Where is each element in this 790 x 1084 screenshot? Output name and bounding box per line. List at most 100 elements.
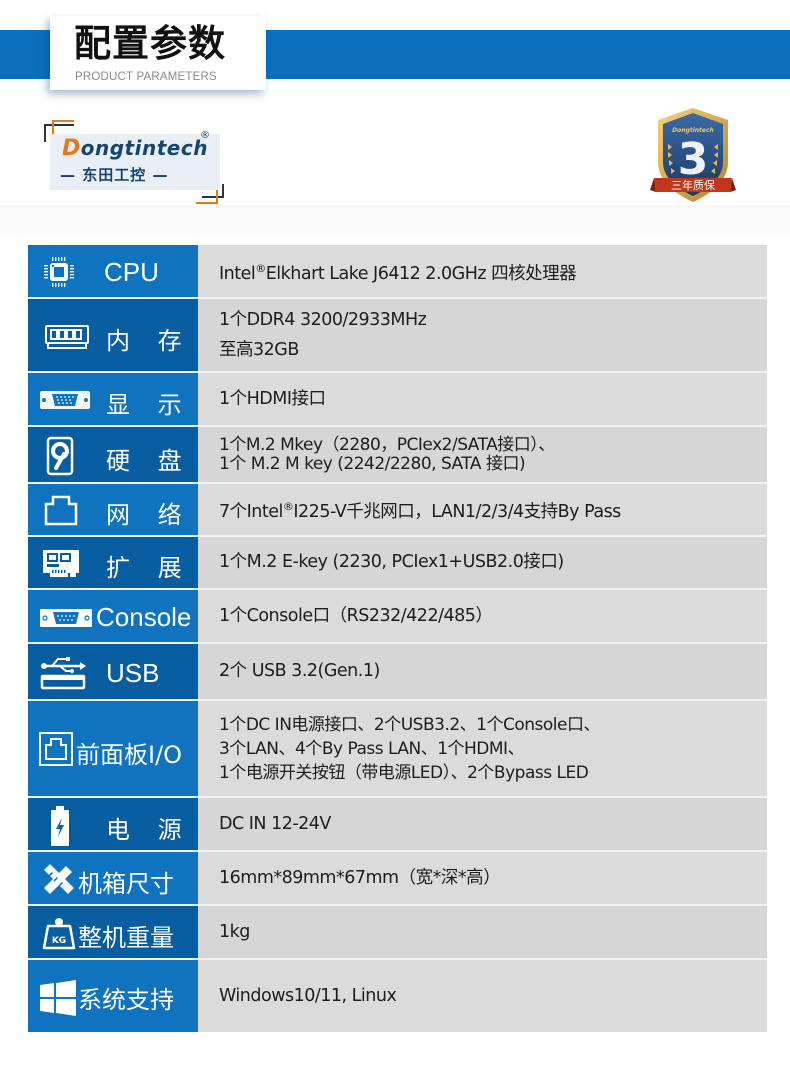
spec-row-network: 网 络 7个Intel®I225-V千兆网口，LAN1/2/3/4支持By Pa… <box>28 484 767 537</box>
spec-label: CPU <box>104 257 159 287</box>
weight-kg-icon: KG <box>42 916 76 950</box>
spec-value-line: 1个DDR4 3200/2933MHz <box>219 310 427 330</box>
registered-mark: ® <box>200 130 210 141</box>
spec-value-line: 1kg <box>219 921 250 942</box>
spec-value-line: 7个Intel®I225-V千兆网口，LAN1/2/3/4支持By Pass <box>219 500 621 522</box>
spec-label-cell: KG 整机重量 <box>28 906 198 958</box>
spec-value-cell: Windows10/11, Linux <box>198 960 767 1032</box>
expansion-card-icon <box>42 549 80 579</box>
spec-label: Console <box>96 602 192 632</box>
battery-bolt-icon <box>50 806 70 846</box>
spec-value-cell: 1kg <box>198 906 767 958</box>
section-title: 配置参数 <box>74 22 226 65</box>
spec-label: 机箱尺寸 <box>78 870 174 898</box>
spec-label-cell: 电 源 <box>28 798 198 850</box>
spec-label: 网 络 <box>106 501 192 529</box>
serial-port-icon <box>40 608 92 628</box>
spec-value-cell: 16mm*89mm*67mm（宽*深*高） <box>198 852 767 904</box>
spec-row-os: 系统支持 Windows10/11, Linux <box>28 960 767 1032</box>
spec-label: 内 存 <box>106 327 192 355</box>
brand-logo: Dongtintech ® — 东田工控 — <box>44 120 224 204</box>
warranty-badge: Dongtintech 3 三年质保 <box>650 106 736 206</box>
section-subtitle: PRODUCT PARAMETERS <box>75 71 217 83</box>
spec-value-line: 1个M.2 Mkey（2280，PCIex2/SATA接口）、 <box>219 434 555 455</box>
spec-value-line: 至高32GB <box>219 340 299 360</box>
spec-label: 系统支持 <box>78 986 174 1014</box>
spec-value-cell: 7个Intel®I225-V千兆网口，LAN1/2/3/4支持By Pass <box>198 484 767 535</box>
spec-label-cell: Console <box>28 590 198 642</box>
badge-number: 3 <box>678 134 709 185</box>
spec-label-cell: 机箱尺寸 <box>28 852 198 904</box>
spec-label: 显 示 <box>106 391 192 419</box>
spec-row-console: Console 1个Console口（RS232/422/485） <box>28 590 767 644</box>
registered-mark: ® <box>282 500 294 513</box>
spec-value-line: Windows10/11, Linux <box>219 985 397 1006</box>
spec-value-cell: 1个M.2 E-key (2230, PCIex1+USB2.0接口) <box>198 537 767 588</box>
spec-value-line: 1个HDMI接口 <box>219 388 326 409</box>
spec-label: 硬 盘 <box>106 447 192 475</box>
spec-value-line: 2个 USB 3.2(Gen.1) <box>219 661 380 681</box>
spec-value-cell: Intel®Elkhart Lake J6412 2.0GHz 四核处理器 <box>198 245 767 297</box>
logo-initial: D <box>62 136 81 161</box>
spec-row-storage: 硬 盘 1个M.2 Mkey（2280，PCIex2/SATA接口）、 1个 M.… <box>28 427 767 484</box>
spec-row-cpu: CPU Intel®Elkhart Lake J6412 2.0GHz 四核处理… <box>28 245 767 299</box>
ruler-pencil-icon <box>40 862 76 896</box>
ethernet-port-icon <box>44 494 78 526</box>
badge-ribbon-text: 三年质保 <box>671 178 715 192</box>
logo-corner-decoration <box>196 190 218 204</box>
spec-value-line: 16mm*89mm*67mm（宽*深*高） <box>219 867 501 888</box>
spec-label: 前面板I/O <box>76 741 183 769</box>
spec-label: USB <box>106 658 160 688</box>
spec-table: CPU Intel®Elkhart Lake J6412 2.0GHz 四核处理… <box>28 245 767 1032</box>
spec-label-cell: 前面板I/O <box>28 701 198 796</box>
spec-label-cell: 硬 盘 <box>28 427 198 482</box>
spec-label-cell: CPU <box>28 245 198 297</box>
spec-row-expansion: 扩 展 1个M.2 E-key (2230, PCIex1+USB2.0接口) <box>28 537 767 590</box>
spec-value-cell: DC IN 12-24V <box>198 798 767 850</box>
hard-disk-icon <box>46 436 74 476</box>
spec-label: 整机重量 <box>78 924 174 952</box>
usb-icon <box>40 656 86 690</box>
spec-value-line: 3个LAN、4个By Pass LAN、1个HDMI、 <box>219 738 525 759</box>
spec-value-line: 1个电源开关按钮（带电源LED）、2个Bypass LED <box>219 762 589 783</box>
badge-brand: Dongtintech <box>672 127 714 134</box>
divider-banner <box>0 205 790 236</box>
spec-label: 电 源 <box>106 816 192 844</box>
spec-row-chassis: 机箱尺寸 16mm*89mm*67mm（宽*深*高） <box>28 852 767 906</box>
shield-icon: Dongtintech 3 三年质保 <box>650 108 736 202</box>
spec-label-cell: USB <box>28 644 198 699</box>
spec-label: 扩 展 <box>106 554 192 582</box>
spec-row-memory: 内 存 1个DDR4 3200/2933MHz 至高32GB <box>28 299 767 373</box>
spec-value-line: 1个M.2 E-key (2230, PCIex1+USB2.0接口) <box>219 552 564 572</box>
spec-label-cell: 显 示 <box>28 373 198 425</box>
spec-row-usb: USB 2个 USB 3.2(Gen.1) <box>28 644 767 701</box>
vga-port-icon <box>40 388 90 412</box>
spec-row-front-io: 前面板I/O 1个DC IN电源接口、2个USB3.2、1个Console口、 3… <box>28 701 767 798</box>
spec-value-cell: 1个DC IN电源接口、2个USB3.2、1个Console口、 3个LAN、4个… <box>198 701 767 796</box>
cpu-chip-icon <box>42 255 76 289</box>
spec-value-line: 1个DC IN电源接口、2个USB3.2、1个Console口、 <box>219 714 600 735</box>
spec-value-cell: 1个Console口（RS232/422/485） <box>198 590 767 642</box>
spec-row-power: 电 源 DC IN 12-24V <box>28 798 767 852</box>
spec-value-line: 1个 M.2 M key (2242/2280, SATA 接口) <box>219 453 526 474</box>
spec-value-cell: 2个 USB 3.2(Gen.1) <box>198 644 767 699</box>
logo-rest: ongtintech <box>80 136 208 160</box>
spec-value-line: DC IN 12-24V <box>219 813 331 834</box>
spec-label-cell: 扩 展 <box>28 537 198 588</box>
spec-row-display: 显 示 1个HDMI接口 <box>28 373 767 427</box>
spec-value-line: Intel®Elkhart Lake J6412 2.0GHz 四核处理器 <box>219 261 577 284</box>
logo-brand-cn: — 东田工控 — <box>60 166 169 184</box>
spec-value-cell: 1个M.2 Mkey（2280，PCIex2/SATA接口）、 1个 M.2 M … <box>198 427 767 482</box>
spec-label-cell: 系统支持 <box>28 960 198 1032</box>
spec-row-weight: KG 整机重量 1kg <box>28 906 767 960</box>
spec-value-line: 1个Console口（RS232/422/485） <box>219 605 493 626</box>
spec-label-cell: 网 络 <box>28 484 198 535</box>
spec-label-cell: 内 存 <box>28 299 198 371</box>
logo-brand-en: Dongtintech <box>62 136 208 161</box>
registered-mark: ® <box>255 261 266 275</box>
ram-module-icon <box>44 323 90 351</box>
windows-logo-icon <box>40 980 76 1016</box>
front-panel-icon <box>38 731 74 767</box>
spec-value-cell: 1个DDR4 3200/2933MHz 至高32GB <box>198 299 767 371</box>
section-title-card: 配置参数 PRODUCT PARAMETERS <box>50 16 266 90</box>
